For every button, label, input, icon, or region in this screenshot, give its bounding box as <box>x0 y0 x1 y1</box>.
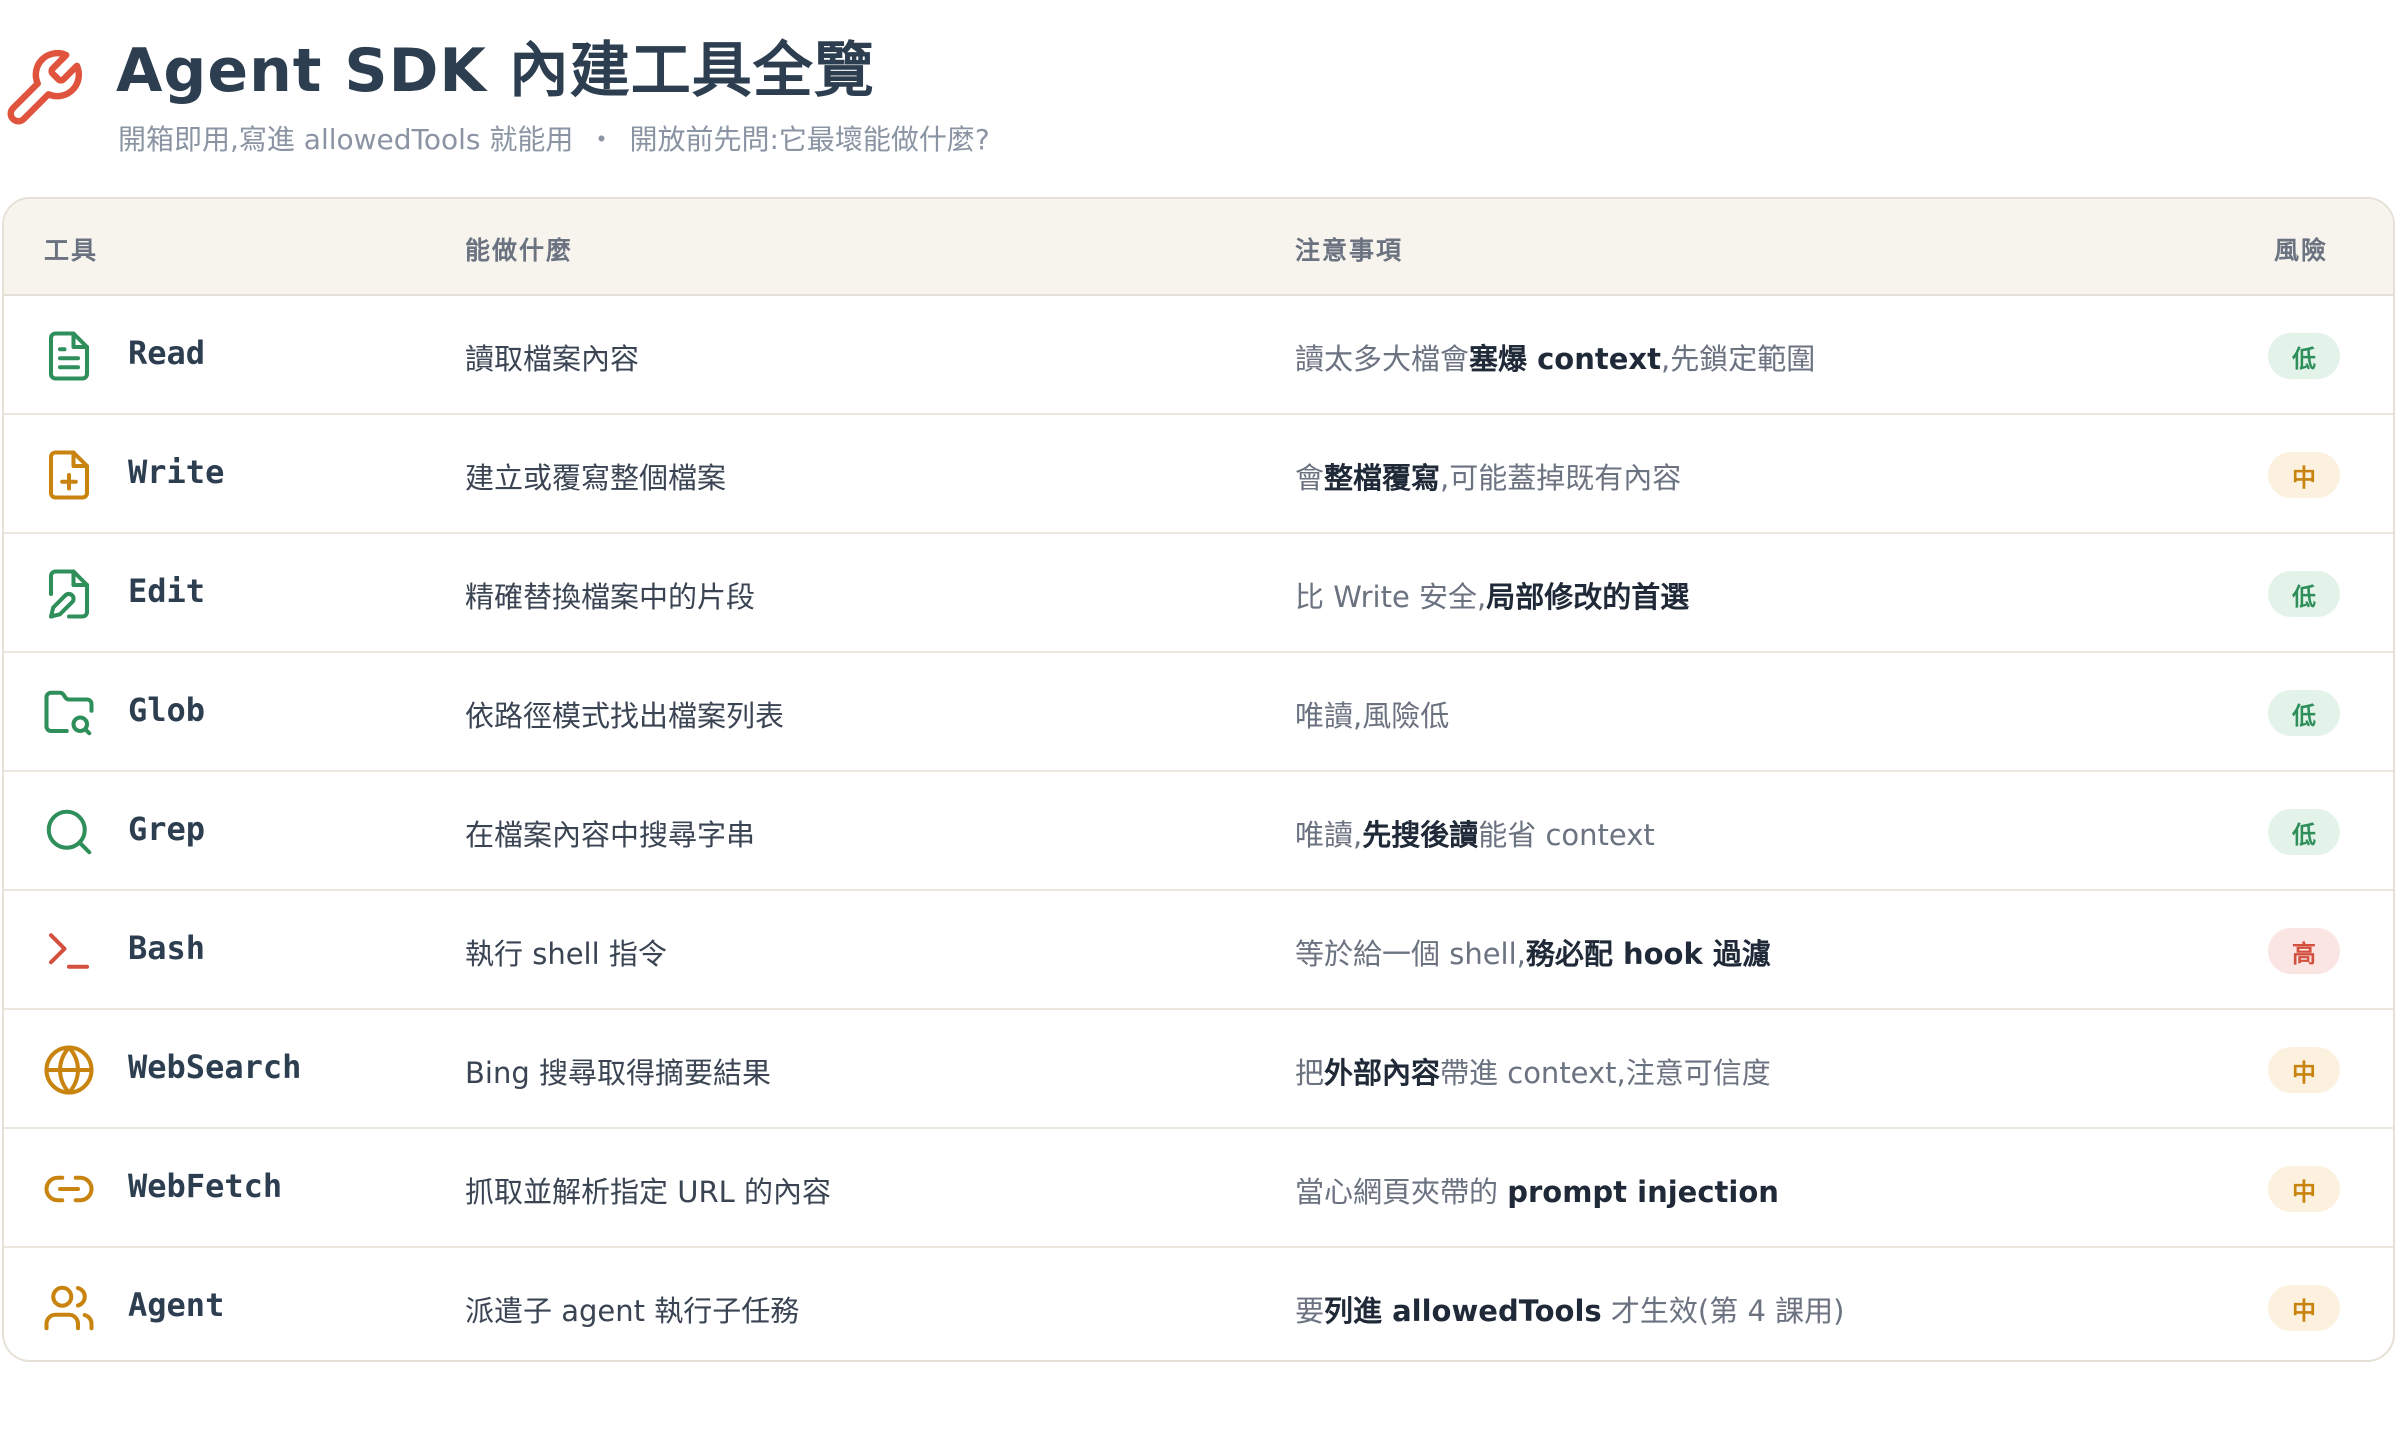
tool-capability: 建立或覆寫整個檔案 <box>465 461 727 495</box>
note-emphasis: 列進 allowedTools <box>1324 1294 1602 1328</box>
page-title: Agent SDK 內建工具全覽 <box>116 36 875 106</box>
note-text: 才生效(第 4 課用) <box>1601 1294 1845 1328</box>
table-row-webfetch: WebFetch 抓取並解析指定 URL 的內容 當心網頁夾帶的 prompt in… <box>4 1129 2393 1248</box>
tool-capability: 派遣子 agent 執行子任務 <box>465 1294 800 1328</box>
file-pen-icon <box>48 569 90 619</box>
tool-name: WebSearch <box>128 1048 302 1086</box>
note-text: 比 Write 安全, <box>1295 580 1487 614</box>
table-row-grep: Grep 在檔案內容中搜尋字串 唯讀,先搜後讀能省 context 低 <box>4 772 2393 891</box>
tool-capability: 精確替換檔案中的片段 <box>465 580 756 614</box>
risk-badge: 中 <box>2268 1047 2340 1093</box>
note-text: 讀太多大檔會 <box>1295 342 1470 376</box>
note-emphasis: 先搜後讀 <box>1362 818 1479 852</box>
tool-capability: 執行 shell 指令 <box>465 937 667 971</box>
search-icon <box>46 809 92 855</box>
subtitle-separator: ・ <box>587 123 616 156</box>
risk-badge: 低 <box>2268 571 2340 617</box>
subtitle-left: 開箱即用,寫進 allowedTools 就能用 <box>118 123 574 156</box>
tool-capability: 依路徑模式找出檔案列表 <box>465 699 785 733</box>
subtitle-right: 開放前先問:它最壞能做什麼? <box>629 123 990 156</box>
table-row-write: Write 建立或覆寫整個檔案 會整檔覆寫,可能蓋掉既有內容 中 <box>4 415 2393 534</box>
file-plus-icon <box>48 450 90 500</box>
tool-capability: Bing 搜尋取得摘要結果 <box>465 1056 771 1090</box>
tool-capability: 在檔案內容中搜尋字串 <box>465 818 756 852</box>
risk-badge: 中 <box>2268 1285 2340 1331</box>
terminal-icon <box>48 933 90 969</box>
table-row-websearch: WebSearch Bing 搜尋取得摘要結果 把外部內容帶進 context,注意… <box>4 1010 2393 1129</box>
users-icon <box>44 1285 94 1331</box>
note-emphasis: 外部內容 <box>1324 1056 1441 1090</box>
risk-badge: 高 <box>2268 928 2340 974</box>
note-text: 把 <box>1295 1056 1325 1090</box>
table-row-read: Read 讀取檔案內容 讀太多大檔會塞爆 context,先鎖定範圍 低 <box>4 296 2393 415</box>
tool-note: 讀太多大檔會塞爆 context,先鎖定範圍 <box>1295 336 1815 378</box>
note-text: 能省 context <box>1478 818 1655 852</box>
page-header: Agent SDK 內建工具全覽 開箱即用,寫進 allowedTools 就能… <box>0 0 2400 190</box>
note-text: ,可能蓋掉既有內容 <box>1440 461 1682 495</box>
risk-badge: 低 <box>2268 809 2340 855</box>
note-text: 唯讀, <box>1295 818 1363 852</box>
note-text: 要 <box>1295 1294 1325 1328</box>
tools-table: 工具 能做什麼 注意事項 風險 Read 讀取檔案內容 讀太多大檔會塞爆 conte… <box>2 197 2395 1362</box>
tool-note: 要列進 allowedTools 才生效(第 4 課用) <box>1295 1288 1844 1330</box>
file-text-icon <box>48 331 90 381</box>
risk-badge: 低 <box>2268 333 2340 379</box>
tool-name: Grep <box>128 810 206 848</box>
tool-name: Write <box>128 453 225 491</box>
folder-search-icon <box>44 690 94 736</box>
risk-badge: 中 <box>2268 452 2340 498</box>
note-text: 等於給一個 shell, <box>1295 937 1526 971</box>
note-emphasis: prompt injection <box>1507 1175 1779 1209</box>
table-header: 工具 能做什麼 注意事項 風險 <box>4 199 2393 296</box>
note-text: 當心網頁夾帶的 <box>1295 1175 1508 1209</box>
link-icon <box>44 1175 94 1203</box>
column-header-tool: 工具 <box>44 236 99 265</box>
note-text: 帶進 context,注意可信度 <box>1440 1056 1771 1090</box>
risk-badge: 低 <box>2268 690 2340 736</box>
tool-note: 唯讀,風險低 <box>1295 693 1449 735</box>
table-row-agent: Agent 派遣子 agent 執行子任務 要列進 allowedTools 才生效… <box>4 1248 2393 1360</box>
column-header-notes: 注意事項 <box>1295 236 1404 265</box>
note-text: ,先鎖定範圍 <box>1660 342 1816 376</box>
table-row-bash: Bash 執行 shell 指令 等於給一個 shell,務必配 hook 過濾 高 <box>4 891 2393 1010</box>
note-emphasis: 務必配 hook 過濾 <box>1525 937 1771 971</box>
table-row-edit: Edit 精確替換檔案中的片段 比 Write 安全,局部修改的首選 低 <box>4 534 2393 653</box>
tool-note: 比 Write 安全,局部修改的首選 <box>1295 574 1689 616</box>
wrench-icon <box>7 49 83 125</box>
note-emphasis: 塞爆 context <box>1469 342 1661 376</box>
tool-name: Edit <box>128 572 206 610</box>
tool-note: 把外部內容帶進 context,注意可信度 <box>1295 1050 1771 1092</box>
note-text: 會 <box>1295 461 1325 495</box>
note-emphasis: 整檔覆寫 <box>1324 461 1441 495</box>
tool-name: Agent <box>128 1286 225 1324</box>
tool-name: WebFetch <box>128 1167 283 1205</box>
column-header-capability: 能做什麼 <box>465 236 574 265</box>
tool-capability: 抓取並解析指定 URL 的內容 <box>465 1175 831 1209</box>
note-emphasis: 局部修改的首選 <box>1486 580 1690 614</box>
tool-note: 當心網頁夾帶的 prompt injection <box>1295 1169 1779 1211</box>
risk-badge: 中 <box>2268 1166 2340 1212</box>
tool-name: Glob <box>128 691 206 729</box>
tool-capability: 讀取檔案內容 <box>465 342 640 376</box>
tool-name: Bash <box>128 929 206 967</box>
table-row-glob: Glob 依路徑模式找出檔案列表 唯讀,風險低 低 <box>4 653 2393 772</box>
tool-name: Read <box>128 334 206 372</box>
tool-note: 唯讀,先搜後讀能省 context <box>1295 812 1655 854</box>
tool-note: 等於給一個 shell,務必配 hook 過濾 <box>1295 931 1771 973</box>
page-subtitle: 開箱即用,寫進 allowedTools 就能用・開放前先問:它最壞能做什麼? <box>118 118 990 158</box>
globe-icon <box>44 1045 94 1095</box>
column-header-risk: 風險 <box>2274 236 2329 265</box>
note-text: 唯讀,風險低 <box>1295 699 1450 733</box>
table-body: Read 讀取檔案內容 讀太多大檔會塞爆 context,先鎖定範圍低 Write 建立… <box>4 296 2393 1360</box>
tool-note: 會整檔覆寫,可能蓋掉既有內容 <box>1295 455 1681 497</box>
